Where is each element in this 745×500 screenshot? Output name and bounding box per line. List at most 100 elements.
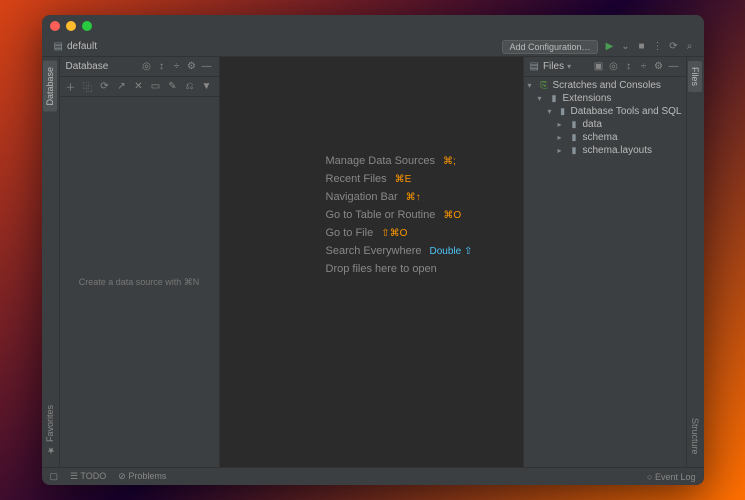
database-panel: Database ◎ ↕ ÷ ⚙ — ＋ ⿻ ⟳ ↗ ✕ ▭ ✎ ⎌ ▼ Cre… [60,57,220,467]
tree-node[interactable]: ▸▮schema [528,131,682,144]
database-panel-header: Database ◎ ↕ ÷ ⚙ — [60,57,219,77]
duplicate-icon[interactable]: ⿻ [81,80,95,94]
editor-placeholder[interactable]: Manage Data Sources ⌘; Recent Files ⌘E Nav… [220,57,523,467]
debug-icon[interactable]: ⌄ [620,41,632,53]
database-empty-hint: Create a data source with ⌘N [79,277,200,288]
tx-icon[interactable]: ▭ [149,80,163,94]
database-panel-body: Create a data source with ⌘N [60,97,219,467]
welcome-label: Go to File [326,227,374,239]
close-icon[interactable] [50,21,60,31]
more-icon[interactable]: ⋮ [652,41,664,53]
tree-node-label: schema [583,132,618,143]
problems-button[interactable]: ⊘ Problems [118,471,166,482]
tree-node[interactable]: ▸▮data [528,118,682,131]
sort-icon[interactable]: ↕ [156,61,168,73]
divide-icon[interactable]: ÷ [171,61,183,73]
welcome-row: Recent Files ⌘E [326,173,412,185]
update-icon[interactable]: ⟳ [668,41,680,53]
welcome-row: Navigation Bar⌘↑ [326,191,421,203]
sort-icon[interactable]: ↕ [623,61,635,73]
event-log-button[interactable]: ○ Event Log [647,472,695,482]
welcome-label: Recent Files [326,173,387,185]
welcome-shortcut: Double ⇧ [430,246,473,257]
right-gutter: Files Structure [686,57,704,467]
folder-icon: ▮ [569,119,580,130]
welcome-row: Go to Table or Routine ⌘O [326,209,462,221]
welcome-shortcut: ⌘; [443,156,456,167]
tree-node-label: Database Tools and SQL [570,106,681,117]
tree-arrow-icon[interactable]: ▾ [548,107,555,116]
welcome-row: Manage Data Sources ⌘; [326,155,456,167]
tree-node-label: data [583,119,602,130]
run-icon[interactable]: ▶ [604,41,616,53]
tree-node-label: schema.layouts [583,145,652,156]
tree-node[interactable]: ▸▮schema.layouts [528,144,682,157]
hide-icon[interactable]: — [668,61,680,73]
divide-icon[interactable]: ÷ [638,61,650,73]
tree-node[interactable]: ▾▮Database Tools and SQL [528,105,682,118]
app-window: ▤ default Add Configuration… ▶ ⌄ ■ ⋮ ⟳ ⌕… [42,15,704,485]
folder-icon: ▮ [569,132,580,143]
welcome-label: Go to Table or Routine [326,209,436,221]
welcome-label: Drop files here to open [326,263,437,275]
welcome-label: Manage Data Sources [326,155,435,167]
database-toolbar: ＋ ⿻ ⟳ ↗ ✕ ▭ ✎ ⎌ ▼ [60,77,219,97]
minimize-icon[interactable] [66,21,76,31]
folder-icon: ▮ [549,93,560,104]
hide-icon[interactable]: — [201,61,213,73]
gear-icon[interactable]: ⚙ [653,61,665,73]
files-panel-title: Files [543,61,564,72]
add-icon[interactable]: ＋ [64,80,78,94]
folder-icon: ⎘ [539,80,550,91]
zoom-icon[interactable] [82,21,92,31]
folder-icon: ▤ [54,41,63,52]
show-toolwindows-icon[interactable]: ▢ [50,471,59,482]
todo-button[interactable]: ☰ TODO [70,471,106,482]
project-title: default [67,41,97,52]
structure-toolwindow-tab[interactable]: Structure [689,414,701,459]
welcome-shortcut: ⌘O [443,210,461,221]
tree-arrow-icon[interactable]: ▾ [528,81,536,90]
files-toolwindow-tab[interactable]: Files [688,61,702,92]
tree-node-label: Extensions [563,93,612,104]
folder-icon: ▤ [530,61,539,72]
welcome-row: Search Everywhere Double ⇧ [326,245,473,257]
folder-icon: ▮ [569,145,580,156]
stop-icon[interactable]: ■ [636,41,648,53]
revert-icon[interactable]: ⎌ [183,80,197,94]
target-icon[interactable]: ◎ [141,61,153,73]
favorites-toolwindow-tab[interactable]: ★ Favorites [44,401,56,459]
project-tab[interactable]: ▤ default [48,41,103,52]
gear-icon[interactable]: ⚙ [186,61,198,73]
tree-node-label: Scratches and Consoles [553,80,661,91]
tree-node[interactable]: ▾▮Extensions [528,92,682,105]
search-icon[interactable]: ⌕ [684,41,696,53]
edit-icon[interactable]: ✎ [166,80,180,94]
tree-arrow-icon[interactable]: ▸ [558,146,566,155]
refresh-icon[interactable]: ⟳ [98,80,112,94]
jump-icon[interactable]: ↗ [115,80,129,94]
tree-arrow-icon[interactable]: ▸ [558,133,566,142]
database-toolwindow-tab[interactable]: Database [43,61,57,112]
files-tree: ▾⎘Scratches and Consoles▾▮Extensions▾▮Da… [524,77,686,467]
select-opened-icon[interactable]: ▣ [593,61,605,73]
welcome-shortcut: ⇧⌘O [381,228,407,239]
folder-icon: ▮ [558,106,568,117]
chevron-down-icon[interactable]: ▾ [567,62,571,71]
target-icon[interactable]: ◎ [608,61,620,73]
tree-arrow-icon[interactable]: ▾ [538,94,546,103]
welcome-label: Navigation Bar [326,191,398,203]
stop-icon[interactable]: ✕ [132,80,146,94]
files-panel-header: ▤ Files ▾ ▣ ◎ ↕ ÷ ⚙ — [524,57,686,77]
titlebar [42,15,704,37]
left-gutter: Database ★ Favorites [42,57,60,467]
tree-arrow-icon[interactable]: ▸ [558,120,566,129]
nav-bar: ▤ default Add Configuration… ▶ ⌄ ■ ⋮ ⟳ ⌕ [42,37,704,57]
welcome-label: Search Everywhere [326,245,422,257]
status-bar: ▢ ☰ TODO ⊘ Problems ○ Event Log [42,467,704,485]
window-controls [50,21,92,31]
add-configuration-button[interactable]: Add Configuration… [502,40,597,54]
tree-node[interactable]: ▾⎘Scratches and Consoles [528,79,682,92]
welcome-shortcut: ⌘E [395,174,412,185]
filter-icon[interactable]: ▼ [200,80,214,94]
